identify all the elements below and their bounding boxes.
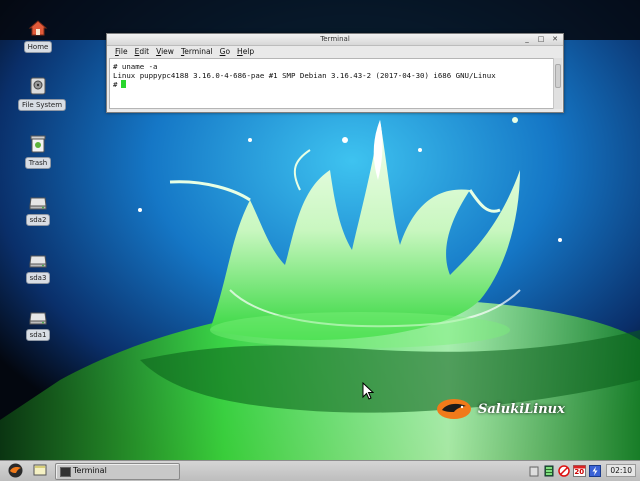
clipboard-icon[interactable] [528,465,540,477]
terminal-line: # uname -a [113,62,158,71]
desktop-icon-sda2[interactable]: sda2 [18,191,58,226]
text-cursor [121,80,127,88]
window-title: Terminal [320,35,350,43]
drive-icon [28,76,48,96]
terminal-icon [60,467,71,477]
drive-icon [28,306,48,326]
desktop-icon-label: File System [18,99,67,111]
network-icon[interactable] [543,465,555,477]
terminal-line: Linux puppypc4188 3.16.0-4-686-pae #1 SM… [113,71,496,80]
window-titlebar[interactable]: Terminal _ □ ✕ [107,34,563,46]
desktop-icon-file-system[interactable]: File System [18,76,67,111]
menu-bar: File Edit View Terminal Go Help [107,46,563,57]
desktop-icon-label: sda1 [25,329,51,341]
desktop-icon-label: sda2 [25,214,51,226]
saluki-branding: SalukiLinux [436,398,565,420]
saluki-logo-icon [437,399,471,419]
desktop-icon-home[interactable]: Home [18,18,58,53]
minimize-button[interactable]: _ [522,35,532,43]
start-menu-button[interactable] [7,463,24,478]
menu-help[interactable]: Help [237,46,254,57]
scrollbar-thumb[interactable] [555,64,561,88]
show-desktop-icon [33,464,47,476]
drive-icon [28,191,48,211]
terminal-scrollbar[interactable] [553,58,562,109]
desktop-icon-label: sda3 [25,272,51,284]
blocked-icon[interactable] [558,464,571,477]
home-icon [28,18,48,38]
desktop-icon-label: Trash [24,157,52,169]
menu-edit[interactable]: Edit [135,46,150,57]
system-tray: 20 02:10 [528,462,640,479]
terminal-output[interactable]: # uname -a Linux puppypc4188 3.16.0-4-68… [109,58,554,109]
calendar-day: 20 [574,467,585,476]
show-desktop-button[interactable] [32,463,48,478]
saluki-menu-icon [8,463,23,478]
task-label: Terminal [73,466,107,475]
desktop-icon-trash[interactable]: Trash [18,134,58,169]
close-button[interactable]: ✕ [550,35,560,43]
drive-icon [28,249,48,269]
desktop-icon-sda3[interactable]: sda3 [18,249,58,284]
menu-view[interactable]: View [156,46,174,57]
trash-icon [28,134,48,154]
branding-text: SalukiLinux [478,401,565,417]
desktop-icon-sda1[interactable]: sda1 [18,306,58,341]
menu-go[interactable]: Go [220,46,230,57]
menu-terminal[interactable]: Terminal [181,46,213,57]
power-icon[interactable] [589,464,602,477]
desktop-icon-label: Home [23,41,53,53]
taskbar-task-terminal[interactable]: Terminal [55,463,180,480]
terminal-window[interactable]: Terminal _ □ ✕ File Edit View Terminal G… [106,33,564,113]
menu-file[interactable]: File [115,46,128,57]
maximize-button[interactable]: □ [536,35,546,43]
calendar-icon[interactable]: 20 [573,464,587,477]
mouse-pointer-icon [362,382,374,400]
taskbar: Terminal 20 02:10 [0,460,640,481]
terminal-prompt-line: # [113,80,553,89]
clock[interactable]: 02:10 [606,464,636,477]
